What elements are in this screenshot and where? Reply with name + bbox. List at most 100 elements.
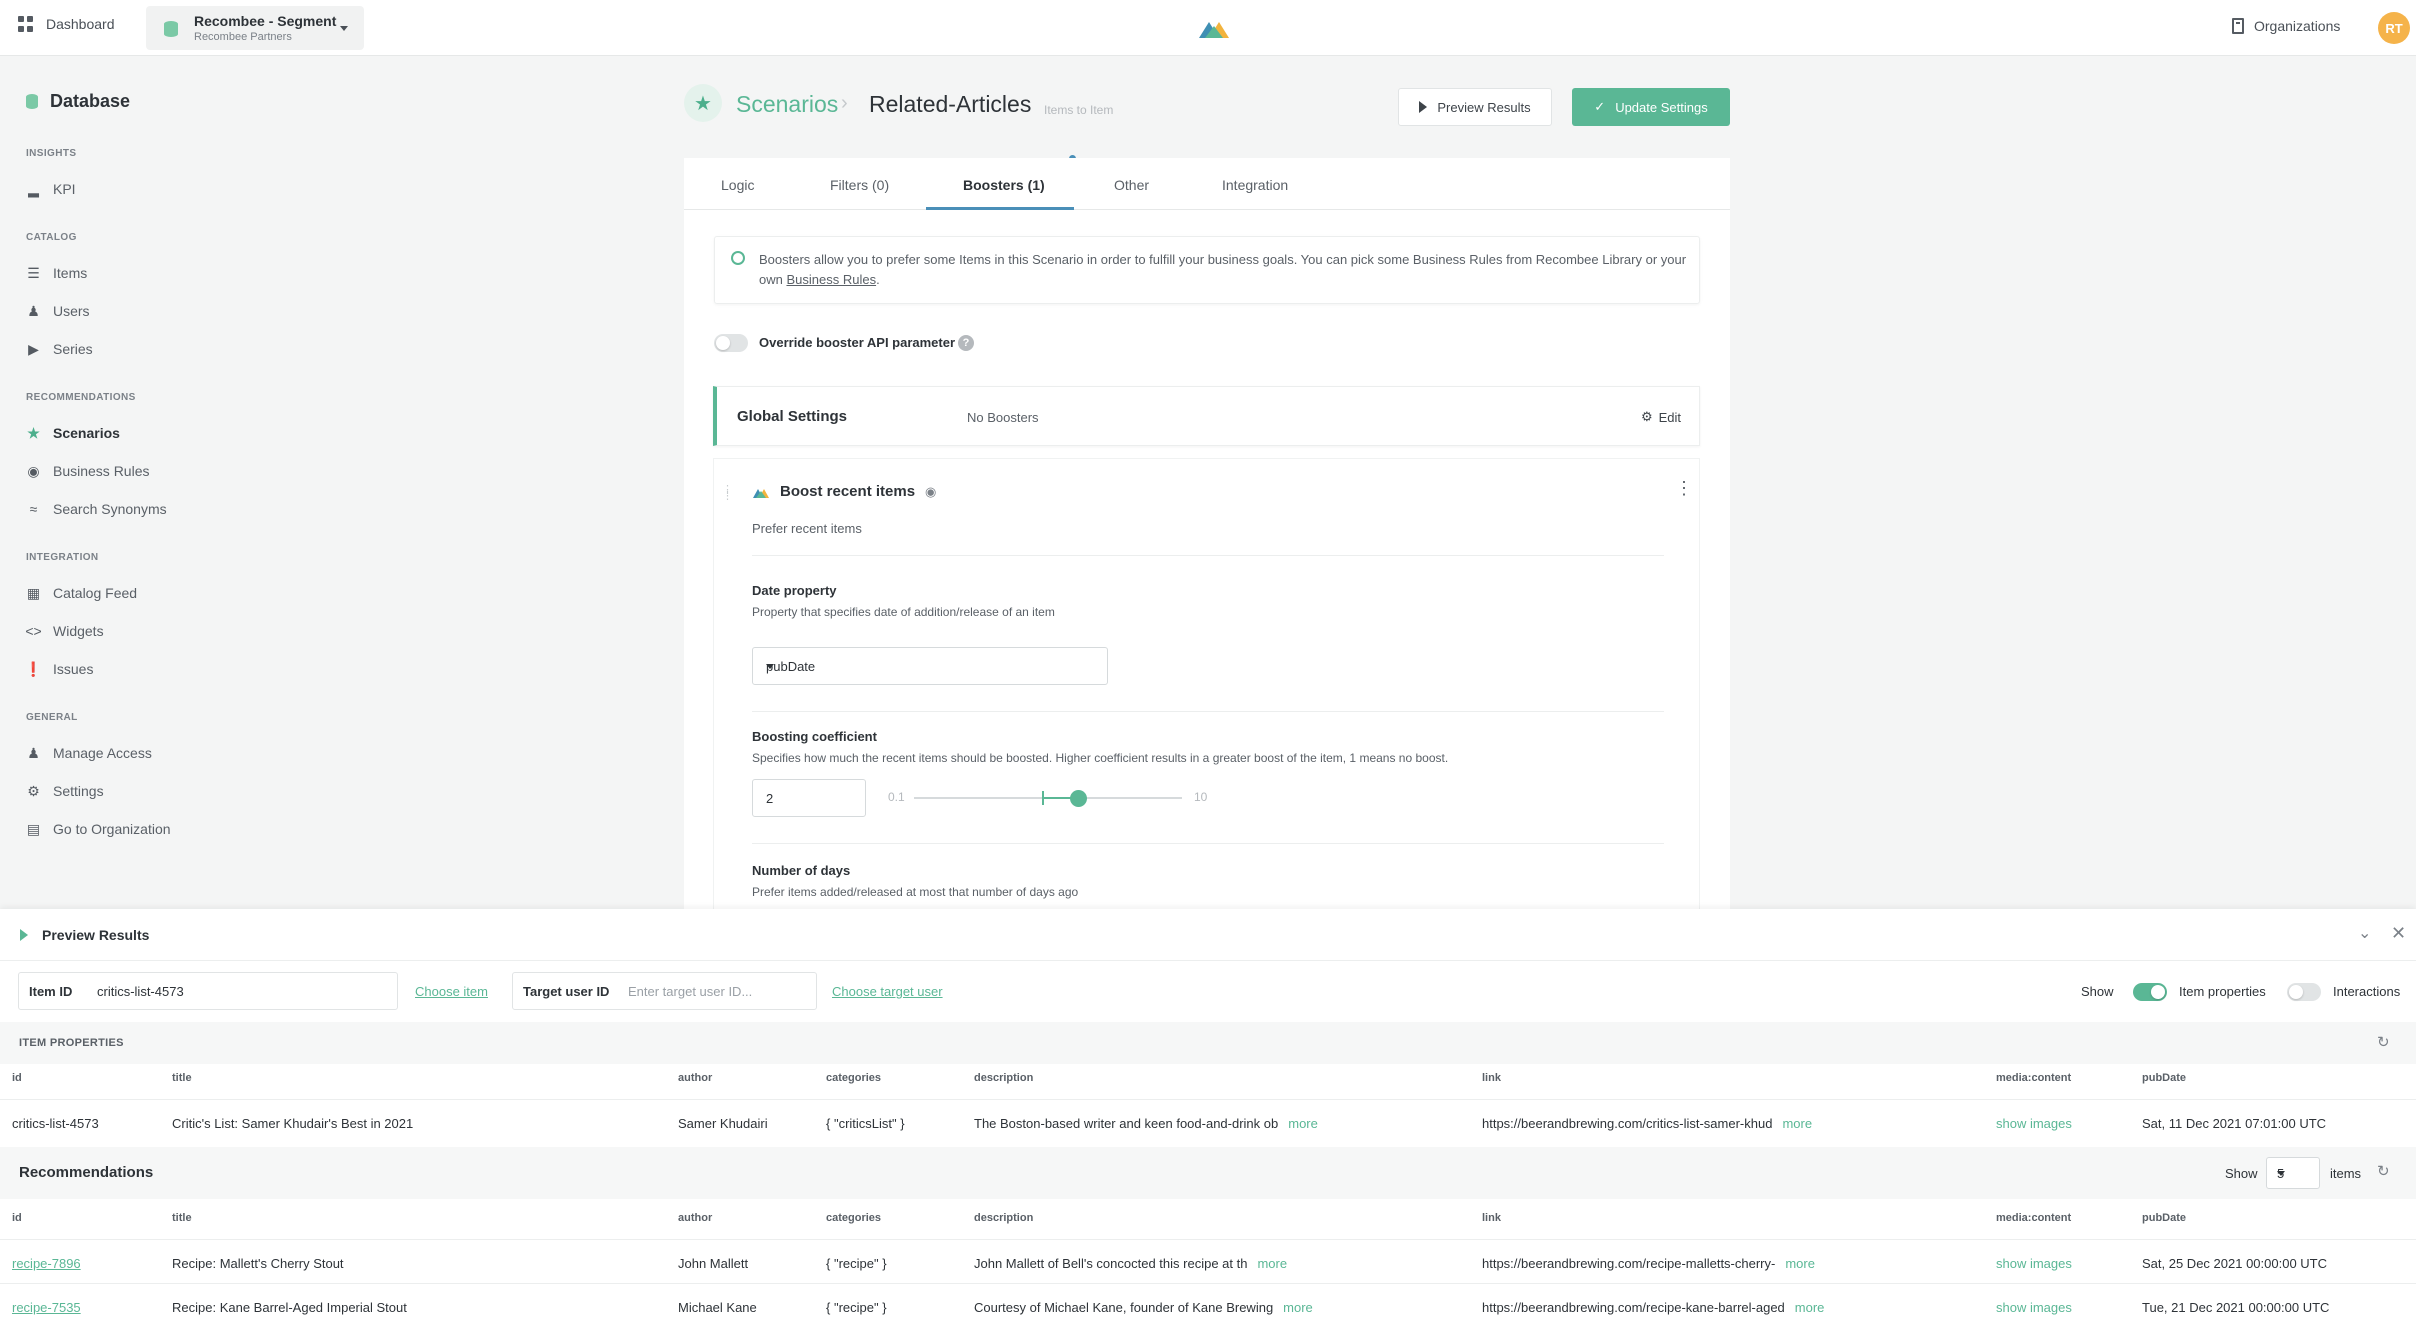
more-link[interactable]: more xyxy=(1283,1300,1313,1315)
show-images-link[interactable]: show images xyxy=(1996,1256,2072,1271)
item-id-value: critics-list-4573 xyxy=(97,984,184,999)
chevron-down-icon[interactable]: ⌄ xyxy=(2358,923,2371,943)
refresh-icon[interactable]: ↻ xyxy=(2377,1033,2390,1051)
show-images-link[interactable]: show images xyxy=(1996,1300,2072,1315)
date-property-select[interactable]: pubDate xyxy=(752,647,1108,685)
info-tail: . xyxy=(876,272,880,287)
column-header: author xyxy=(678,1212,713,1224)
more-menu-icon[interactable]: ⋮ xyxy=(1675,479,1693,497)
more-link[interactable]: more xyxy=(1785,1256,1815,1271)
description-text: The Boston-based writer and keen food-an… xyxy=(974,1116,1279,1131)
boosting-coefficient-input[interactable]: 2 xyxy=(752,779,866,817)
tab-integration[interactable]: Integration xyxy=(1222,177,1288,193)
boosting-coefficient-label: Boosting coefficient xyxy=(752,729,877,744)
recommendation-title-cell: Recipe: Mallett's Cherry Stout xyxy=(172,1256,344,1271)
more-link[interactable]: more xyxy=(1288,1116,1318,1131)
more-link[interactable]: more xyxy=(1782,1116,1812,1131)
sidebar: Database INSIGHTS ▂ KPI CATALOG ☰ Items … xyxy=(0,57,300,909)
column-header: id xyxy=(12,1072,22,1084)
coefficient-slider-thumb[interactable] xyxy=(1070,790,1087,807)
sidebar-item-items[interactable]: ☰ Items xyxy=(26,264,87,282)
recombee-logo[interactable] xyxy=(1195,14,1233,42)
tab-bar: Logic Filters (0) Boosters (1) Other Int… xyxy=(684,158,1730,210)
global-settings-value: No Boosters xyxy=(967,410,1039,425)
sidebar-item-label: Issues xyxy=(53,661,94,677)
top-bar: Dashboard Recombee - Segment Recombee Pa… xyxy=(0,0,2416,56)
tab-logic[interactable]: Logic xyxy=(721,177,754,193)
sidebar-item-series[interactable]: ▶ Series xyxy=(26,341,93,358)
sidebar-item-business-rules[interactable]: ◉ Business Rules xyxy=(26,462,149,480)
sidebar-item-label: Users xyxy=(53,303,90,319)
tag-icon: ◉ xyxy=(27,462,40,479)
column-header: link xyxy=(1482,1212,1501,1224)
tab-boosters[interactable]: Boosters (1) xyxy=(963,177,1045,193)
tab-other[interactable]: Other xyxy=(1114,177,1149,193)
recommendation-count-select[interactable]: 5 xyxy=(2266,1157,2320,1189)
override-booster-toggle[interactable] xyxy=(714,334,748,352)
recommendation-id-link[interactable]: recipe-7535 xyxy=(12,1300,81,1315)
choose-target-user-link[interactable]: Choose target user xyxy=(832,984,943,999)
column-header: categories xyxy=(826,1072,882,1084)
preview-results-button[interactable]: Preview Results xyxy=(1398,88,1552,126)
column-header: author xyxy=(678,1072,713,1084)
database-selector[interactable]: Recombee - Segment Recombee Partners xyxy=(146,6,364,50)
target-user-field[interactable]: Target user ID Enter target user ID... xyxy=(512,972,817,1010)
building-icon: ▤ xyxy=(26,820,41,837)
interactions-toggle[interactable] xyxy=(2287,983,2321,1001)
refresh-icon[interactable]: ↻ xyxy=(2377,1162,2390,1180)
close-icon[interactable]: ✕ xyxy=(2391,923,2406,944)
divider xyxy=(752,843,1664,844)
tab-filters[interactable]: Filters (0) xyxy=(830,177,889,193)
rec-items-label: items xyxy=(2330,1166,2362,1181)
check-icon: ✓ xyxy=(1594,99,1606,114)
dashboard-link[interactable]: Dashboard xyxy=(18,16,115,32)
preview-header: Preview Results ⌄ ✕ xyxy=(0,909,2416,961)
global-settings-edit-button[interactable]: ⚙ Edit xyxy=(1641,409,1681,425)
link-text: https://beerandbrewing.com/recipe-kane-b… xyxy=(1482,1300,1785,1315)
update-settings-label: Update Settings xyxy=(1615,99,1708,115)
recommendation-categories-cell: { "recipe" } xyxy=(826,1256,887,1271)
eye-icon[interactable]: ◉ xyxy=(925,484,936,500)
list-icon: ☰ xyxy=(27,264,40,281)
gear-icon: ⚙ xyxy=(27,782,40,799)
date-property-label: Date property xyxy=(752,583,837,598)
help-icon[interactable]: ? xyxy=(958,335,974,351)
organizations-link[interactable]: Organizations xyxy=(2232,18,2340,34)
item-properties-toggle[interactable] xyxy=(2133,983,2167,1001)
column-header: media:content xyxy=(1996,1212,2072,1224)
preview-results-label: Preview Results xyxy=(1437,99,1531,115)
global-settings-row: Global Settings No Boosters ⚙ Edit xyxy=(713,386,1700,446)
item-id-label: Item ID xyxy=(29,984,73,999)
column-header: link xyxy=(1482,1072,1501,1084)
booster-card: ⋮ ⋮ Boost recent items ◉ ⋮ Prefer recent … xyxy=(713,458,1700,918)
boosters-info-box: Boosters allow you to prefer some Items … xyxy=(714,236,1700,304)
sidebar-item-settings[interactable]: ⚙ Settings xyxy=(26,782,103,800)
sidebar-item-scenarios[interactable]: ★ Scenarios xyxy=(26,425,120,442)
sidebar-item-kpi[interactable]: ▂ KPI xyxy=(26,180,75,198)
sidebar-item-search-synonyms[interactable]: ≈ Search Synonyms xyxy=(26,501,167,517)
item-id-field[interactable]: Item ID critics-list-4573 xyxy=(18,972,398,1010)
more-link[interactable]: more xyxy=(1257,1256,1287,1271)
drag-handle-icon[interactable]: ⋮ ⋮ xyxy=(722,485,733,502)
booster-description: Prefer recent items xyxy=(752,521,862,536)
sidebar-item-manage-access[interactable]: ♟ Manage Access xyxy=(26,745,152,762)
sidebar-item-widgets[interactable]: <> Widgets xyxy=(25,623,103,639)
choose-item-link[interactable]: Choose item xyxy=(415,984,488,999)
more-link[interactable]: more xyxy=(1795,1300,1825,1315)
recommendation-pubdate-cell: Tue, 21 Dec 2021 00:00:00 UTC xyxy=(2142,1300,2330,1315)
divider xyxy=(0,1283,2416,1284)
bar-chart-icon: ▂ xyxy=(28,180,39,197)
sidebar-item-users[interactable]: ♟ Users xyxy=(26,303,90,320)
update-settings-button[interactable]: ✓ Update Settings xyxy=(1572,88,1730,126)
recommendation-id-link[interactable]: recipe-7896 xyxy=(12,1256,81,1271)
building-icon xyxy=(2232,18,2244,34)
breadcrumb-scenarios[interactable]: Scenarios xyxy=(736,91,838,118)
column-header: id xyxy=(12,1212,22,1224)
sidebar-item-issues[interactable]: ❗ Issues xyxy=(25,661,94,678)
show-images-link[interactable]: show images xyxy=(1996,1116,2072,1131)
avatar[interactable]: RT xyxy=(2378,12,2410,44)
sidebar-item-go-to-organization[interactable]: ▤ Go to Organization xyxy=(26,820,171,838)
number-of-days-label: Number of days xyxy=(752,863,851,878)
business-rules-link[interactable]: Business Rules xyxy=(786,272,876,287)
sidebar-item-catalog-feed[interactable]: ▦ Catalog Feed xyxy=(26,585,137,602)
